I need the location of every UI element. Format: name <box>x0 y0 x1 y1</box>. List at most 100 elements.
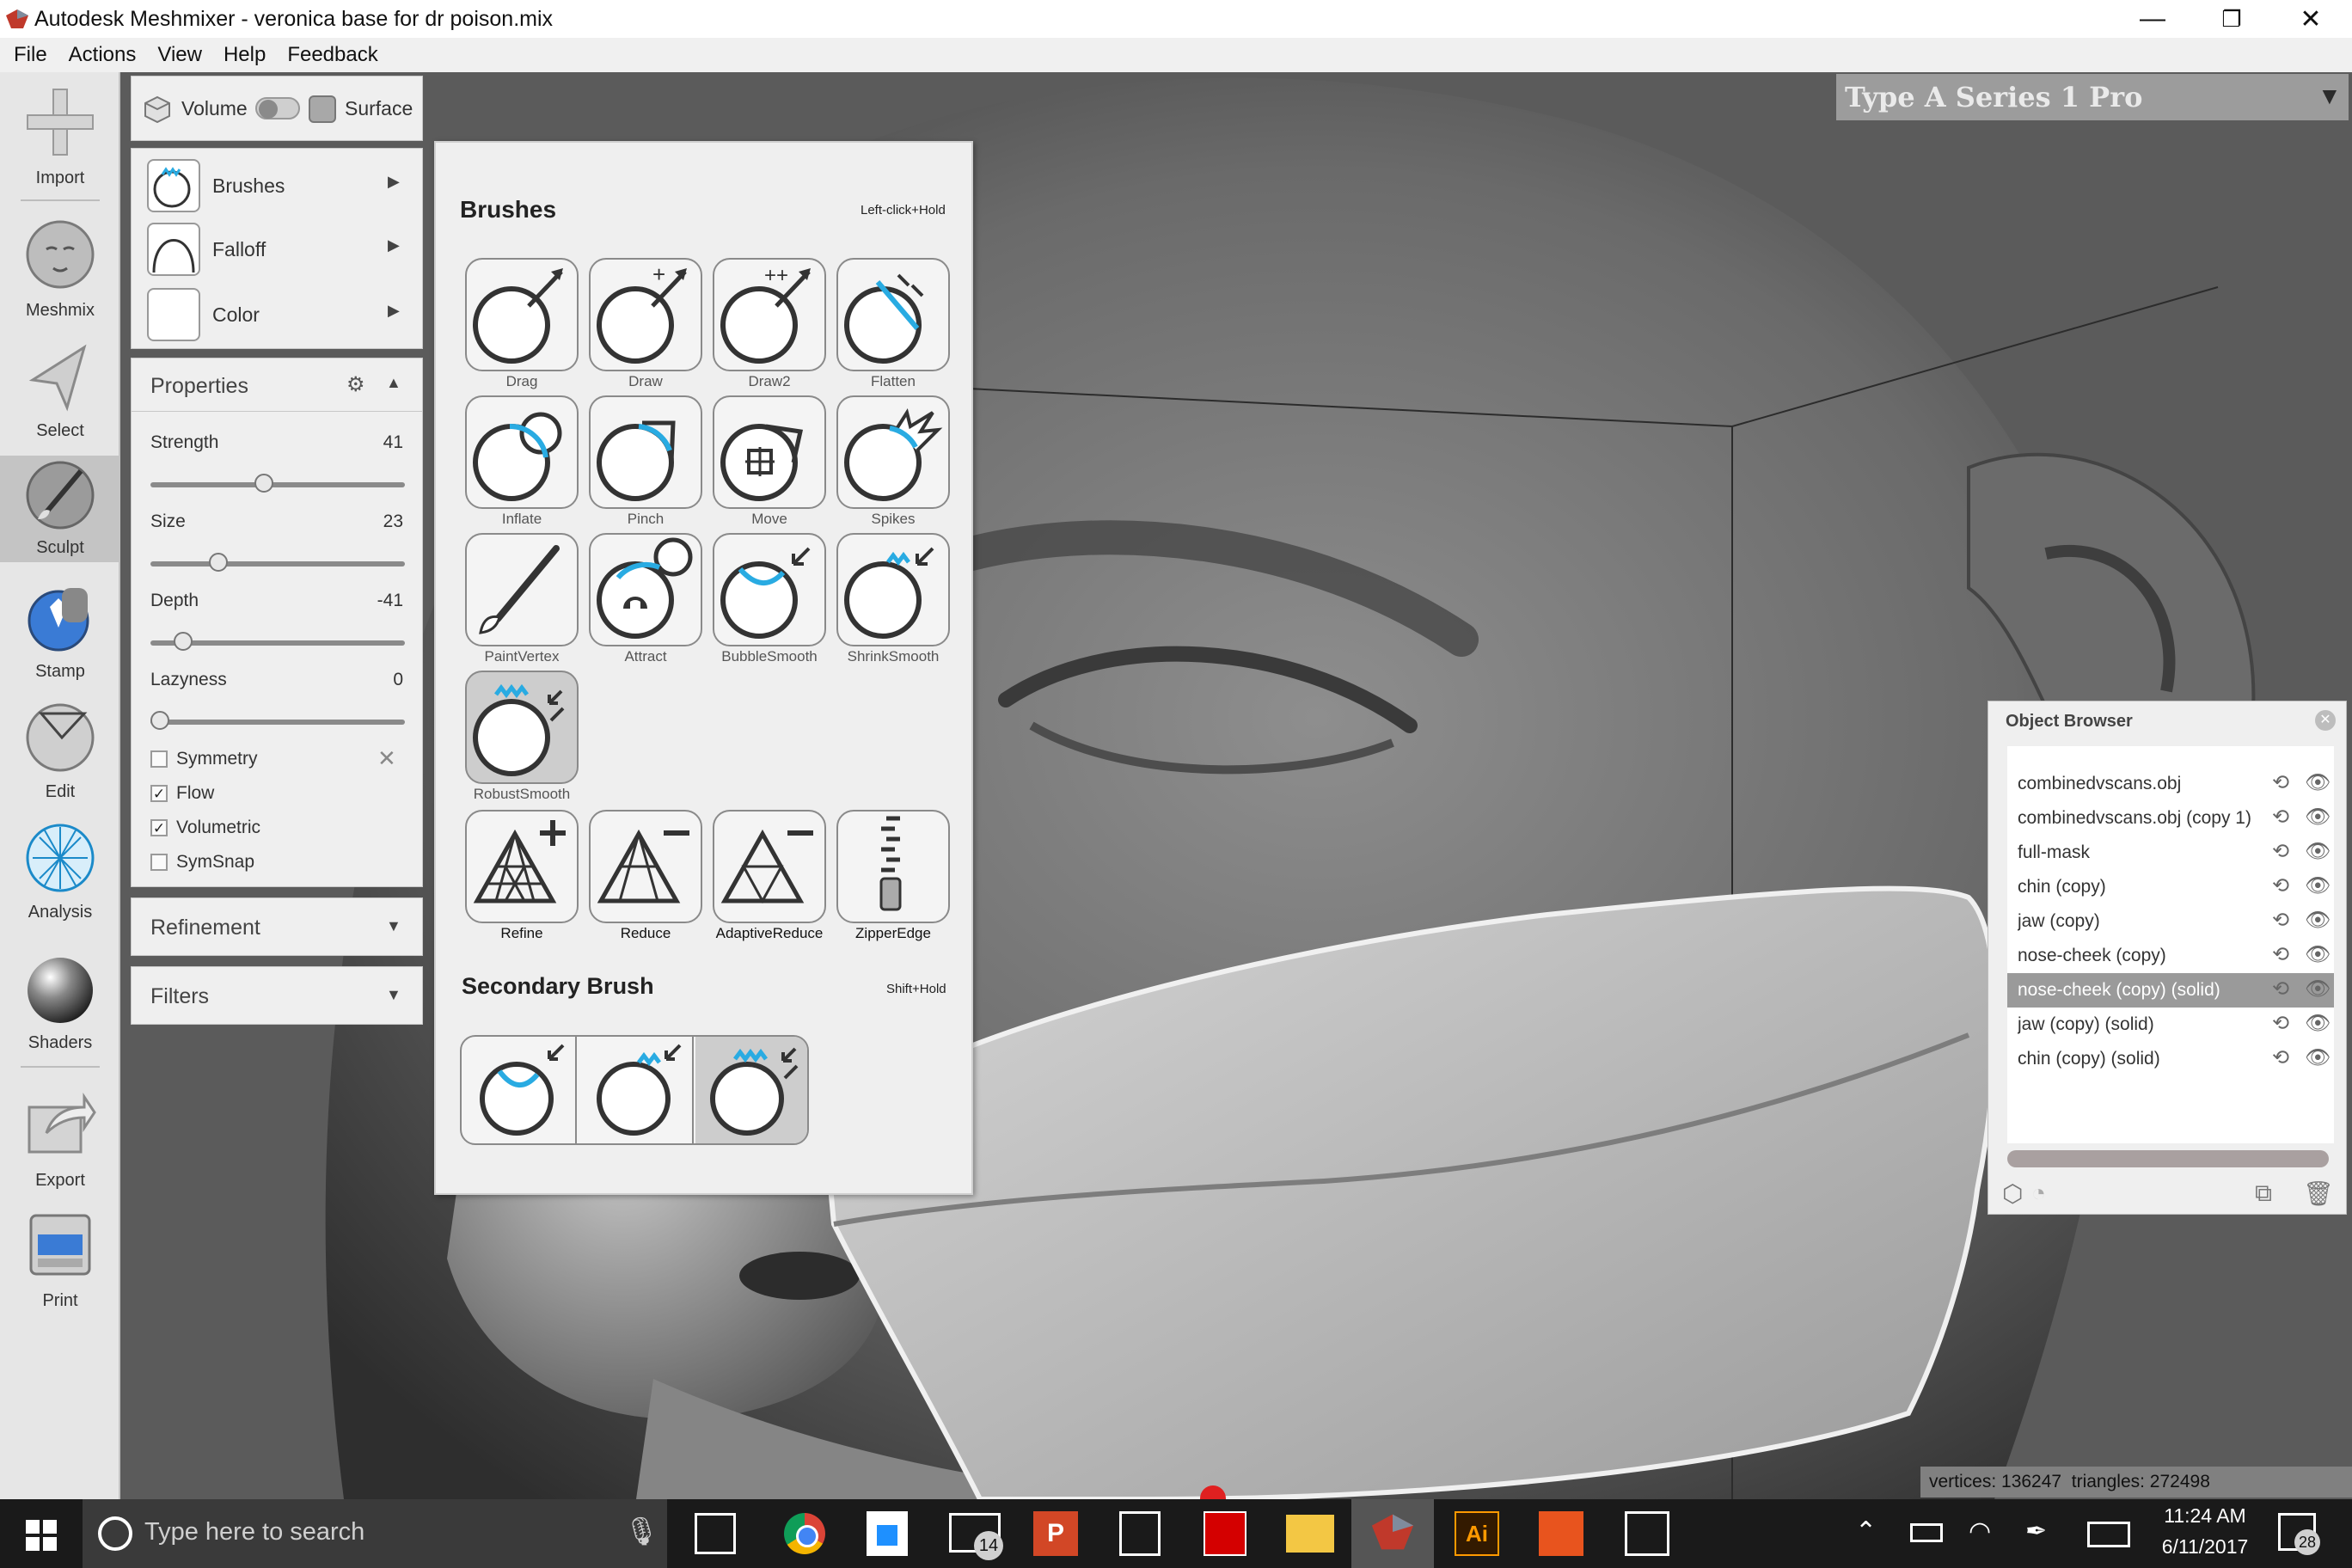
strength-slider-handle[interactable] <box>254 474 274 493</box>
chevron-down-icon[interactable]: ▼ <box>2318 83 2342 110</box>
print-tool[interactable]: Print <box>0 1209 120 1315</box>
wifi-icon[interactable]: ◠ <box>1969 1516 1991 1547</box>
clock-date[interactable]: 6/11/2017 <box>2149 1535 2261 1559</box>
brush-draw[interactable]: + <box>589 258 702 371</box>
stamp-tool[interactable]: Stamp <box>0 581 120 684</box>
transform-icon[interactable]: ⟲ <box>2272 805 2289 830</box>
mail-icon[interactable]: 14 <box>949 1513 1003 1560</box>
secondary-shrinksmooth[interactable] <box>579 1037 694 1143</box>
brush-zipperedge[interactable] <box>836 810 950 923</box>
brush-refine[interactable] <box>465 810 579 923</box>
menu-file[interactable]: File <box>3 43 58 67</box>
depth-slider-handle[interactable] <box>173 632 193 651</box>
shaders-tool[interactable]: Shaders <box>0 954 120 1061</box>
object-list-item[interactable]: chin (copy) ⟲ 👁 <box>2007 870 2334 904</box>
object-list-item[interactable]: combinedvscans.obj (copy 1) ⟲ 👁 <box>2007 801 2334 836</box>
transform-icon[interactable]: ⟲ <box>2272 942 2289 967</box>
analysis-tool[interactable]: Analysis <box>0 822 120 925</box>
printer-selector[interactable]: Type A Series 1 Pro ▼ <box>1836 74 2349 120</box>
volumetric-checkbox[interactable]: ✓ <box>150 819 168 836</box>
visibility-eye-icon[interactable]: 👁 <box>2305 977 2331 1001</box>
properties-header[interactable]: Properties ⚙ ▲ <box>132 358 422 412</box>
color-selector[interactable]: Color ▶ <box>132 283 422 345</box>
lazyness-slider[interactable] <box>150 720 405 725</box>
transform-icon[interactable]: ⟲ <box>2272 770 2289 795</box>
object-list-item[interactable]: nose-cheek (copy) ⟲ 👁 <box>2007 939 2334 973</box>
store-icon[interactable] <box>867 1511 908 1556</box>
export-tool[interactable]: Export <box>0 1088 120 1195</box>
filters-dropdown[interactable]: Filters ▼ <box>131 966 423 1025</box>
brush-paintvertex[interactable] <box>465 533 579 646</box>
object-list-item[interactable]: nose-cheek (copy) (solid) ⟲ 👁 <box>2007 973 2334 1008</box>
brush-pinch[interactable] <box>589 395 702 509</box>
calendar-icon[interactable] <box>1119 1511 1161 1556</box>
visibility-eye-icon[interactable]: 👁 <box>2305 942 2331 967</box>
object-list-item[interactable]: full-mask ⟲ 👁 <box>2007 836 2334 870</box>
visibility-eye-icon[interactable]: 👁 <box>2305 1011 2331 1036</box>
clock-time[interactable]: 11:24 AM <box>2149 1504 2261 1528</box>
pen-icon[interactable]: ✒ <box>2025 1516 2047 1547</box>
brush-adaptivereduce[interactable] <box>713 810 826 923</box>
transform-icon[interactable]: ⟲ <box>2272 977 2289 1001</box>
app-icon[interactable] <box>1539 1511 1583 1556</box>
brush-flatten[interactable] <box>836 258 950 371</box>
sculpt-tool[interactable]: Sculpt <box>0 456 120 562</box>
meshmixer-taskbar-button[interactable] <box>1351 1499 1434 1568</box>
object-list-item[interactable]: combinedvscans.obj ⟲ 👁 <box>2007 767 2334 801</box>
object-list-item[interactable]: chin (copy) (solid) ⟲ 👁 <box>2007 1042 2334 1076</box>
secondary-bubblesmooth[interactable] <box>462 1037 577 1143</box>
import-tool[interactable]: Import <box>0 86 120 198</box>
file-explorer-icon[interactable] <box>1286 1515 1334 1553</box>
object-list-scrollbar[interactable] <box>2007 1150 2329 1167</box>
transform-icon[interactable]: ⟲ <box>2272 908 2289 933</box>
visibility-eye-icon[interactable]: 👁 <box>2305 770 2331 795</box>
object-list-item[interactable]: jaw (copy) (solid) ⟲ 👁 <box>2007 1008 2334 1042</box>
brush-reduce[interactable] <box>589 810 702 923</box>
brush-inflate[interactable] <box>465 395 579 509</box>
falloff-selector[interactable]: Falloff ▶ <box>132 217 422 279</box>
symmetry-tool-icon[interactable]: ✕ <box>377 745 396 772</box>
brush-move[interactable] <box>713 395 826 509</box>
clock-icon[interactable]: ◔ <box>2031 1179 2046 1207</box>
brush-attract[interactable] <box>589 533 702 646</box>
brushes-selector[interactable]: Brushes ▶ <box>132 152 422 214</box>
battery-icon[interactable] <box>1910 1523 1943 1542</box>
edit-tool[interactable]: Edit <box>0 701 120 805</box>
brush-shrinksmooth[interactable] <box>836 533 950 646</box>
microphone-icon[interactable]: 🎙 <box>624 1515 659 1547</box>
surface-label[interactable]: Surface <box>345 97 413 120</box>
menu-help[interactable]: Help <box>213 43 277 67</box>
visibility-eye-icon[interactable]: 👁 <box>2305 839 2331 864</box>
cube-icon[interactable]: ⬡ <box>2002 1179 2023 1208</box>
brush-robustsmooth[interactable] <box>465 671 579 784</box>
taskbar-search[interactable]: Type here to search 🎙 <box>83 1499 667 1568</box>
object-list-item[interactable]: jaw (copy) ⟲ 👁 <box>2007 904 2334 939</box>
notifications-icon[interactable]: 28 <box>2278 1513 2320 1555</box>
size-slider-handle[interactable] <box>209 553 229 572</box>
acrobat-icon[interactable] <box>1204 1511 1246 1556</box>
restore-button[interactable]: ❐ <box>2192 0 2271 38</box>
transform-icon[interactable]: ⟲ <box>2272 873 2289 898</box>
menu-feedback[interactable]: Feedback <box>277 43 389 67</box>
brush-bubblesmooth[interactable] <box>713 533 826 646</box>
chrome-icon[interactable] <box>784 1513 825 1554</box>
brush-draw2[interactable]: ++ <box>713 258 826 371</box>
secondary-robustsmooth[interactable] <box>695 1037 807 1143</box>
menu-actions[interactable]: Actions <box>58 43 148 67</box>
gear-icon[interactable]: ⚙ <box>346 372 365 397</box>
photos-icon[interactable] <box>1625 1511 1669 1556</box>
visibility-eye-icon[interactable]: 👁 <box>2305 908 2331 933</box>
trash-icon[interactable]: 🗑 <box>2303 1179 2334 1208</box>
brush-spikes[interactable] <box>836 395 950 509</box>
windows-start-icon[interactable] <box>26 1520 57 1551</box>
keyboard-icon[interactable] <box>2087 1522 2130 1547</box>
select-tool[interactable]: Select <box>0 340 120 444</box>
chevron-up-icon[interactable]: ▲ <box>386 374 401 392</box>
visibility-eye-icon[interactable]: 👁 <box>2305 873 2331 898</box>
flow-checkbox[interactable]: ✓ <box>150 785 168 802</box>
visibility-eye-icon[interactable]: 👁 <box>2305 805 2331 830</box>
close-icon[interactable]: ✕ <box>2315 710 2336 731</box>
transform-icon[interactable]: ⟲ <box>2272 1045 2289 1070</box>
task-view-icon[interactable] <box>695 1513 736 1554</box>
meshmix-tool[interactable]: Meshmix <box>0 218 120 330</box>
